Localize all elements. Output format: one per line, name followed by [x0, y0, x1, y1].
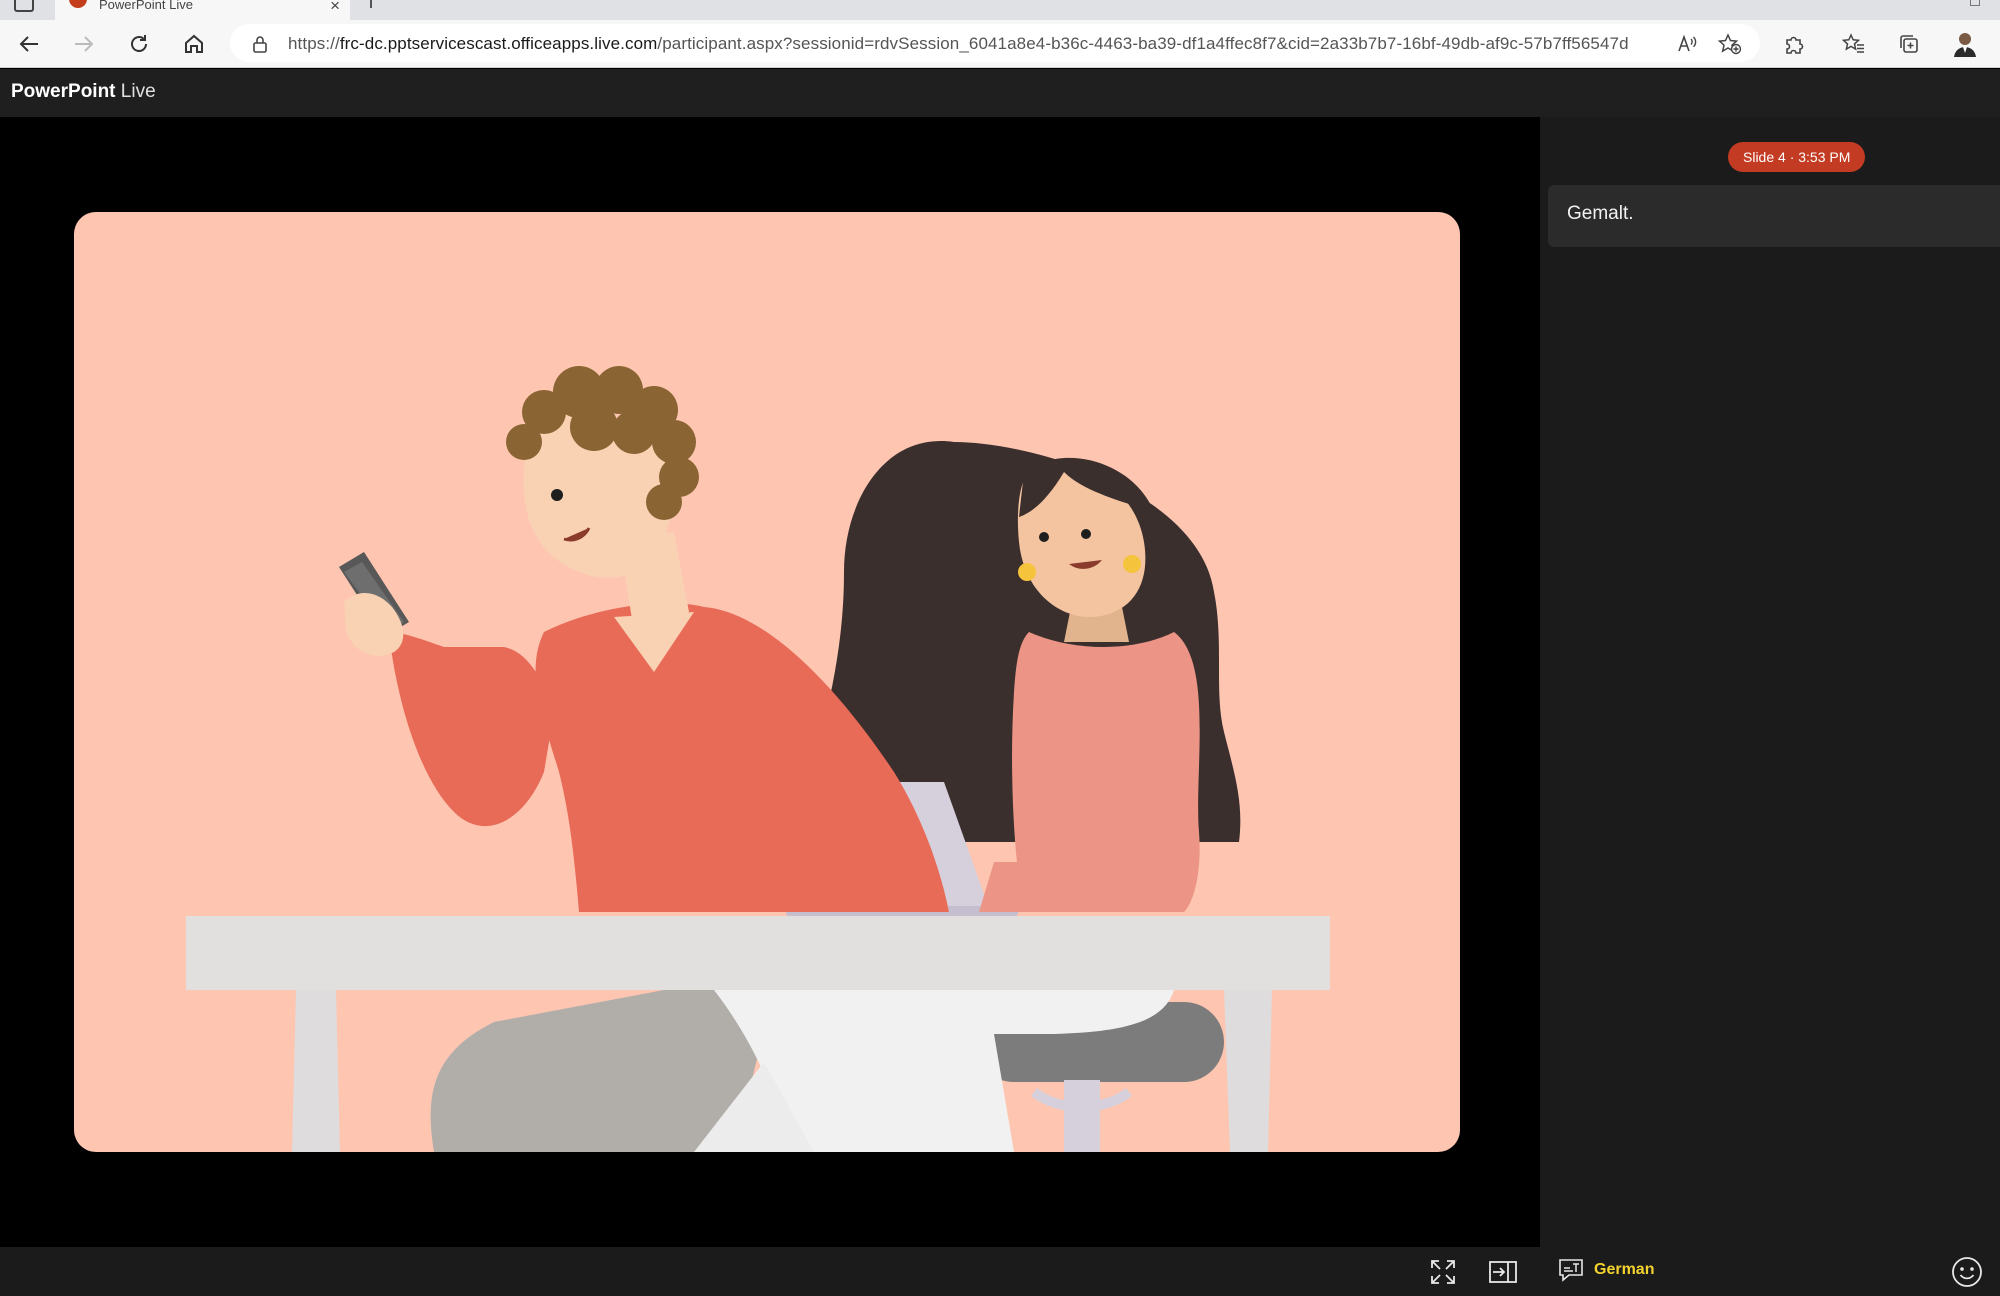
powerpoint-favicon-icon: [69, 0, 87, 8]
slide-canvas: [74, 212, 1460, 1152]
slide-badge[interactable]: Slide 4 · 3:53 PM: [1728, 142, 1866, 172]
caption-panel: Slide 4 · 3:53 PM Gemalt.: [1540, 117, 2000, 1247]
puzzle-icon: [1786, 36, 1804, 54]
app-header: PowerPoint Live: [0, 69, 2000, 117]
smiley-icon: [1952, 1257, 1982, 1287]
favorites-button[interactable]: [1837, 28, 1871, 60]
fullscreen-icon: [1431, 1260, 1455, 1284]
caption-entry: Gemalt.: [1548, 185, 2000, 247]
lock-icon[interactable]: [252, 35, 268, 53]
address-bar[interactable]: https://frc-dc.pptservicescast.officeapp…: [230, 24, 1760, 62]
browser-toolbar: https://frc-dc.pptservicescast.officeapp…: [0, 20, 2000, 68]
caption-text: Gemalt.: [1567, 203, 1634, 224]
refresh-button[interactable]: [122, 28, 156, 60]
close-icon[interactable]: ×: [330, 0, 340, 16]
panel-toggle-icon: [1489, 1261, 1517, 1283]
app-brand: PowerPoint Live: [11, 81, 156, 103]
slide-stage: [0, 117, 1540, 1247]
forward-arrow-icon: [75, 36, 94, 52]
tab-actions-icon[interactable]: [14, 0, 34, 12]
new-tab-icon[interactable]: [370, 0, 372, 8]
collections-icon: [1900, 35, 1918, 53]
caption-language-button[interactable]: German: [1548, 1253, 1664, 1287]
add-favorite-button[interactable]: [1713, 28, 1747, 60]
home-icon: [185, 34, 203, 53]
slide-illustration: [186, 366, 1330, 1152]
subtitles-icon: [1559, 1259, 1583, 1282]
tab-title: PowerPoint Live: [99, 0, 193, 12]
star-add-icon: [1718, 33, 1742, 55]
fullscreen-button[interactable]: [1427, 1257, 1459, 1287]
browser-tab[interactable]: PowerPoint Live ×: [55, 0, 350, 20]
bottom-toolbar: German: [0, 1247, 2000, 1296]
browser-tab-strip: PowerPoint Live ×: [0, 0, 2000, 20]
caption-language-label: German: [1594, 1261, 1655, 1278]
toggle-panel-button[interactable]: [1487, 1257, 1519, 1287]
forward-button[interactable]: [67, 28, 101, 60]
url-text[interactable]: https://frc-dc.pptservicescast.officeapp…: [288, 34, 1629, 54]
collections-button[interactable]: [1892, 28, 1926, 60]
avatar-icon: [1954, 33, 1976, 57]
read-aloud-icon: [1678, 34, 1697, 52]
refresh-icon: [131, 35, 147, 52]
url-path: /participant.aspx?sessionid=rdvSession_6…: [657, 34, 1629, 53]
brand-light: Live: [120, 81, 156, 102]
table-top: [186, 916, 1330, 990]
window-restore-icon[interactable]: [1970, 0, 1980, 6]
reactions-button[interactable]: [1950, 1255, 1984, 1289]
back-button[interactable]: [12, 28, 46, 60]
back-arrow-icon: [19, 36, 38, 52]
url-prefix: https://: [288, 34, 340, 53]
read-aloud-button[interactable]: [1670, 28, 1704, 60]
brand-bold: PowerPoint: [11, 81, 116, 102]
home-button[interactable]: [177, 28, 211, 60]
profile-avatar[interactable]: [1948, 28, 1982, 60]
extensions-button[interactable]: [1777, 28, 1811, 60]
url-host: frc-dc.pptservicescast.officeapps.live.c…: [339, 34, 658, 53]
favorites-icon: [1842, 33, 1864, 53]
